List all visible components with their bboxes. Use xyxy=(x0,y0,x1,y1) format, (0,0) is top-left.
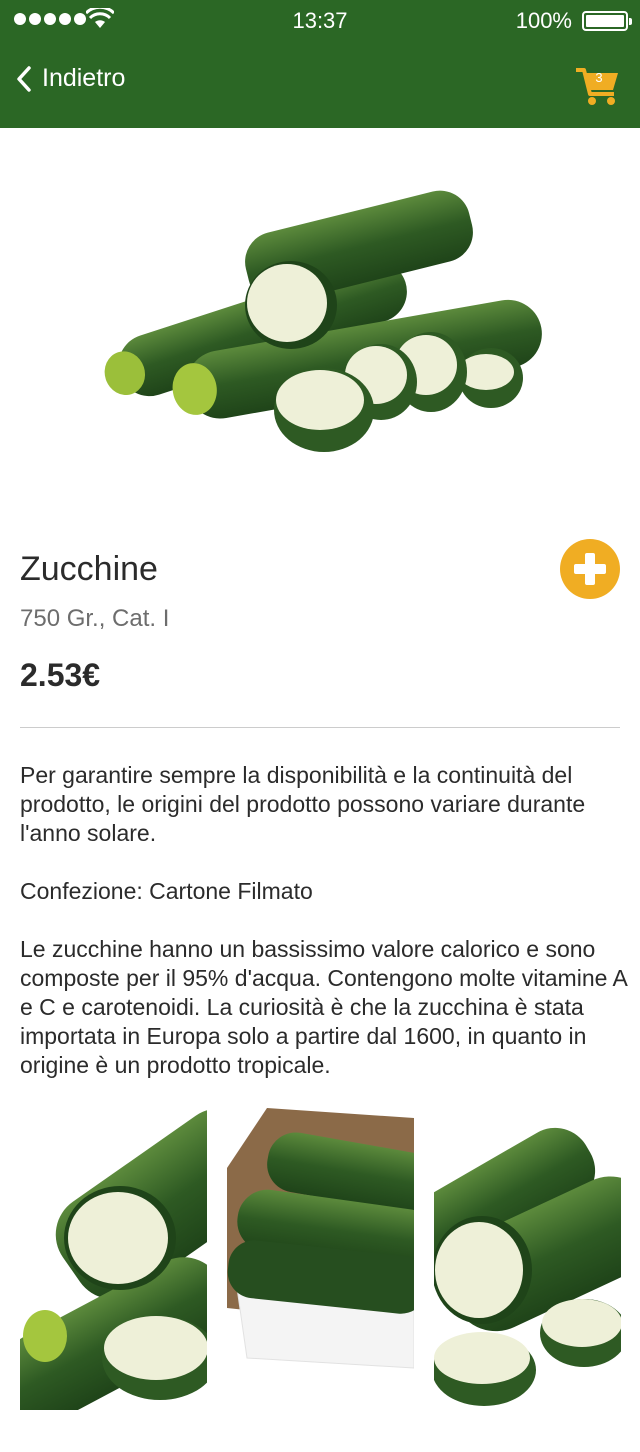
product-thumbnail[interactable] xyxy=(227,1108,414,1410)
product-price: 2.53€ xyxy=(20,657,101,693)
status-bar: 13:37 100% xyxy=(0,0,640,40)
divider xyxy=(20,727,620,728)
chevron-left-icon xyxy=(17,65,31,92)
battery-icon xyxy=(582,11,632,31)
add-to-cart-button[interactable] xyxy=(560,539,620,599)
top-bar: 13:37 100% Indietro 3 xyxy=(0,0,640,128)
product-details: 750 Gr., Cat. I xyxy=(20,605,170,632)
description-paragraph: Confezione: Cartone Filmato xyxy=(20,878,313,904)
battery-percentage: 100% xyxy=(515,8,572,33)
product-description: Per garantire sempre la disponibilità e … xyxy=(20,761,630,1109)
description-paragraph: Le zucchine hanno un bassissimo valore c… xyxy=(20,936,627,1078)
cart-button[interactable]: 3 xyxy=(576,66,620,106)
product-thumbnail[interactable] xyxy=(434,1108,621,1410)
cart-count-badge: 3 xyxy=(595,70,603,85)
product-title: Zucchine xyxy=(20,550,158,588)
product-thumbnail[interactable] xyxy=(20,1108,207,1410)
description-paragraph: Per garantire sempre la disponibilità e … xyxy=(20,762,586,846)
product-main-image[interactable] xyxy=(96,160,556,480)
back-button[interactable]: Indietro xyxy=(16,64,125,93)
back-label: Indietro xyxy=(42,64,126,92)
